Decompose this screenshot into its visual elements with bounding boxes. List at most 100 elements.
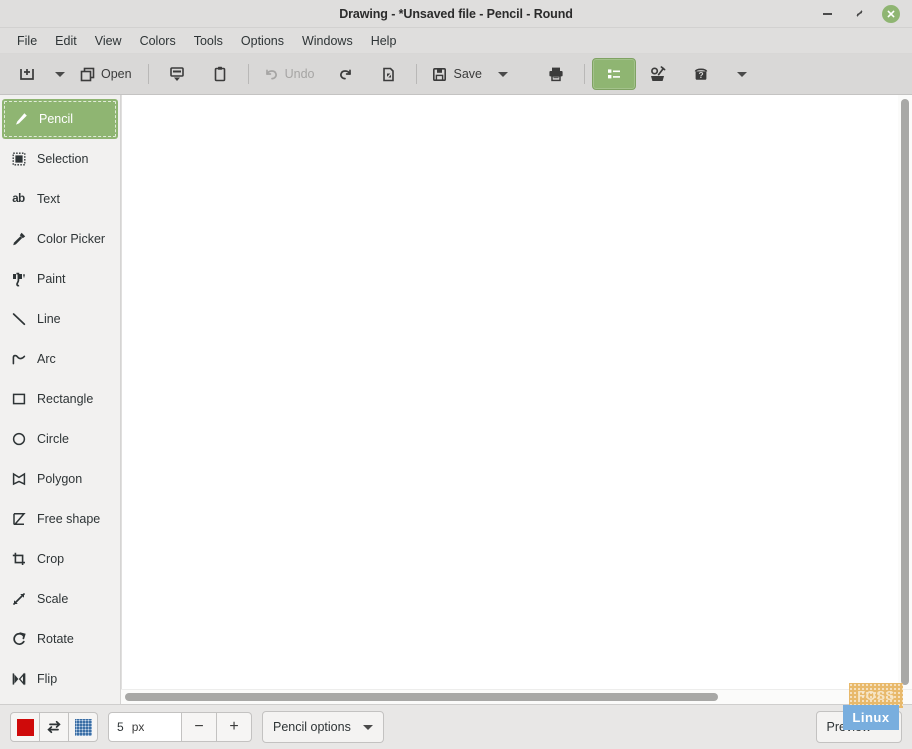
crop-icon (10, 551, 27, 568)
menu-windows[interactable]: Windows (293, 31, 362, 51)
restore-icon (855, 10, 863, 17)
sidebar-item-circle[interactable]: Circle (0, 419, 120, 459)
paint-bucket-icon (10, 271, 27, 288)
main-color-swatch (16, 718, 34, 736)
color-controls (10, 712, 98, 742)
tools-preferences-icon (651, 65, 666, 81)
close-icon (887, 10, 895, 17)
svg-text:?: ? (698, 70, 703, 80)
tool-size-spinner: 5 px − + (108, 712, 252, 742)
drawing-canvas[interactable] (121, 95, 898, 689)
vertical-scrollbar-thumb[interactable] (901, 99, 909, 685)
chevron-down-icon (881, 724, 891, 730)
sidebar-item-label: Circle (37, 432, 69, 446)
size-decrease-button[interactable]: − (182, 712, 217, 742)
new-image-dropdown[interactable] (49, 59, 71, 89)
sidebar-item-line[interactable]: Line (0, 299, 120, 339)
chevron-down-icon (497, 71, 508, 77)
toolbar-separator-3 (416, 64, 418, 84)
sidebar-item-rotate[interactable]: Rotate (0, 619, 120, 659)
swap-colors-button[interactable] (40, 712, 69, 742)
toolbar-separator-2 (247, 64, 249, 84)
alt-color-button[interactable] (69, 712, 98, 742)
redo-button[interactable] (324, 59, 366, 89)
size-input[interactable]: 5 px (108, 712, 182, 742)
toolbar-separator-4 (583, 64, 585, 84)
paste-button[interactable] (199, 59, 241, 89)
sidebar-item-crop[interactable]: Crop (0, 539, 120, 579)
window-controls (818, 4, 912, 23)
open-label: Open (101, 67, 132, 81)
canvas-area (121, 95, 912, 704)
sidebar-item-flip[interactable]: Flip (0, 659, 120, 699)
size-unit: px (131, 720, 145, 734)
minimize-button[interactable] (818, 5, 836, 23)
redo-arrow-icon (340, 69, 351, 79)
close-button[interactable] (882, 4, 900, 23)
sidebar-item-label: Line (37, 312, 61, 326)
preview-label: Preview (826, 720, 871, 734)
sidebar-item-free-shape[interactable]: Free shape (0, 499, 120, 539)
toolbar-overflow-dropdown[interactable] (731, 59, 753, 89)
document-tool-icon (383, 67, 394, 81)
toolbar-separator-1 (147, 64, 149, 84)
sidebar-item-label: Arc (37, 352, 56, 366)
bottom-toolbar: 5 px − + Pencil options Preview (0, 704, 912, 749)
canvas-scroll-area (121, 95, 912, 689)
main-color-button[interactable] (10, 712, 40, 742)
save-button[interactable]: Save (424, 59, 491, 89)
main-toolbar: Open Undo Save ? (0, 54, 912, 95)
help-question-icon: ? (694, 68, 708, 80)
horizontal-scrollbar-thumb[interactable] (125, 693, 718, 701)
tool-options-button[interactable]: Pencil options (262, 711, 384, 743)
sidebar-item-scale[interactable]: Scale (0, 579, 120, 619)
tools-list-icon (607, 69, 620, 79)
flip-icon (10, 671, 27, 688)
line-icon (10, 311, 27, 328)
menu-view[interactable]: View (86, 31, 131, 51)
sidebar-item-selection[interactable]: Selection (0, 139, 120, 179)
menu-options[interactable]: Options (232, 31, 293, 51)
sidebar-item-polygon[interactable]: Polygon (0, 459, 120, 499)
sidebar-item-rectangle[interactable]: Rectangle (0, 379, 120, 419)
open-button[interactable]: Open (72, 59, 141, 89)
menu-edit[interactable]: Edit (46, 31, 86, 51)
horizontal-scrollbar[interactable] (121, 689, 912, 704)
swap-colors-icon (47, 720, 61, 734)
save-dropdown[interactable] (492, 59, 514, 89)
sidebar-item-label: Crop (37, 552, 65, 566)
undo-label: Undo (284, 67, 315, 81)
sidebar-item-label: Polygon (37, 472, 83, 486)
help-button[interactable]: ? (680, 59, 722, 89)
scale-icon (10, 591, 27, 608)
preview-button[interactable]: Preview (815, 711, 902, 743)
print-button[interactable] (535, 59, 577, 89)
sidebar-item-paint[interactable]: Paint (0, 259, 120, 299)
printer-icon (549, 67, 563, 82)
vertical-scrollbar[interactable] (898, 95, 912, 689)
menubar: File Edit View Colors Tools Options Wind… (0, 28, 912, 54)
sidebar-item-pencil[interactable]: Pencil (2, 99, 118, 139)
import-button[interactable] (156, 59, 198, 89)
workspace: Pencil Selection ab Text Color Picker Pa… (0, 95, 912, 704)
size-value: 5 (117, 720, 124, 734)
arc-icon (10, 351, 27, 368)
floppy-save-icon (433, 67, 447, 81)
menu-help[interactable]: Help (362, 31, 406, 51)
sidebar-item-text[interactable]: ab Text (0, 179, 120, 219)
document-tool-button[interactable] (367, 59, 409, 89)
menu-file[interactable]: File (8, 31, 46, 51)
sidebar-item-color-picker[interactable]: Color Picker (0, 219, 120, 259)
menu-colors[interactable]: Colors (131, 31, 185, 51)
chevron-down-icon (362, 724, 373, 730)
sidebar-item-arc[interactable]: Arc (0, 339, 120, 379)
preferences-button[interactable] (637, 59, 679, 89)
undo-button[interactable]: Undo (256, 59, 324, 89)
menu-tools[interactable]: Tools (185, 31, 232, 51)
open-folder-icon (80, 67, 95, 81)
new-image-button[interactable] (6, 59, 48, 89)
restore-button[interactable] (850, 5, 868, 23)
size-increase-button[interactable]: + (217, 712, 252, 742)
sidebar-toggle-button[interactable] (591, 58, 636, 90)
chevron-down-icon (55, 71, 65, 77)
